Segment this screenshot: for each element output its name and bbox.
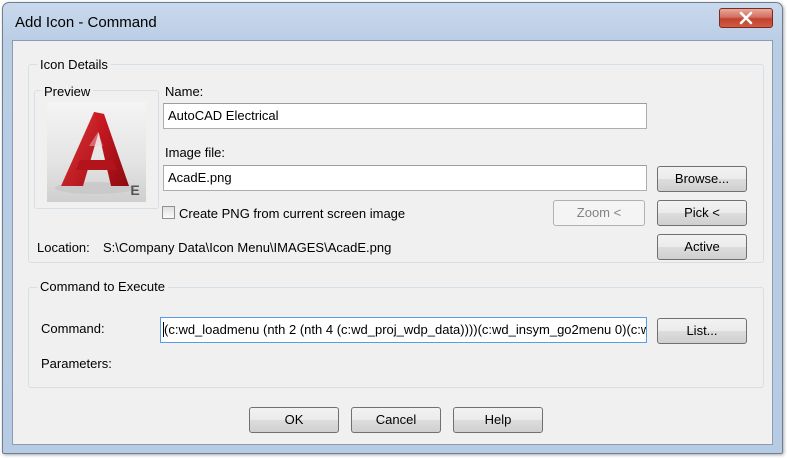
create-png-checkbox[interactable] [162, 206, 175, 219]
create-png-label[interactable]: Create PNG from current screen image [179, 206, 405, 221]
command-input-text: (c:wd_loadmenu (nth 2 (nth 4 (c:wd_proj_… [164, 322, 647, 337]
close-icon [739, 11, 753, 25]
preview-badge: E [130, 182, 139, 198]
pick-button[interactable]: Pick < [657, 200, 747, 226]
cancel-button[interactable]: Cancel [351, 407, 441, 433]
icon-preview-image: E [47, 102, 146, 202]
preview-legend: Preview [41, 84, 94, 99]
active-button[interactable]: Active [657, 234, 747, 260]
dialog-client-area: Icon Details Preview E Name: AutoCAD Ele… [12, 40, 773, 445]
image-file-input[interactable]: AcadE.png [163, 165, 647, 191]
zoom-button[interactable]: Zoom < [553, 200, 645, 226]
image-file-label: Image file: [165, 145, 225, 160]
title-bar[interactable]: Add Icon - Command [3, 3, 782, 41]
location-path: S:\Company Data\Icon Menu\IMAGES\AcadE.p… [103, 240, 392, 255]
location-label: Location: [37, 240, 90, 255]
browse-button[interactable]: Browse... [657, 166, 747, 192]
add-icon-dialog: Add Icon - Command Icon Details Preview [2, 2, 783, 454]
command-group-legend: Command to Execute [37, 279, 169, 294]
autocad-electrical-logo: E [47, 102, 146, 202]
window-title: Add Icon - Command [15, 14, 157, 31]
ok-button[interactable]: OK [249, 407, 339, 433]
help-button[interactable]: Help [453, 407, 543, 433]
command-label: Command: [41, 321, 105, 336]
name-label: Name: [165, 84, 204, 99]
command-input[interactable]: (c:wd_loadmenu (nth 2 (nth 4 (c:wd_proj_… [160, 317, 647, 343]
name-input[interactable]: AutoCAD Electrical [163, 103, 647, 129]
icon-details-legend: Icon Details [37, 57, 111, 72]
list-button[interactable]: List... [657, 318, 747, 344]
parameters-label: Parameters: [41, 356, 112, 371]
close-button[interactable] [719, 8, 773, 28]
